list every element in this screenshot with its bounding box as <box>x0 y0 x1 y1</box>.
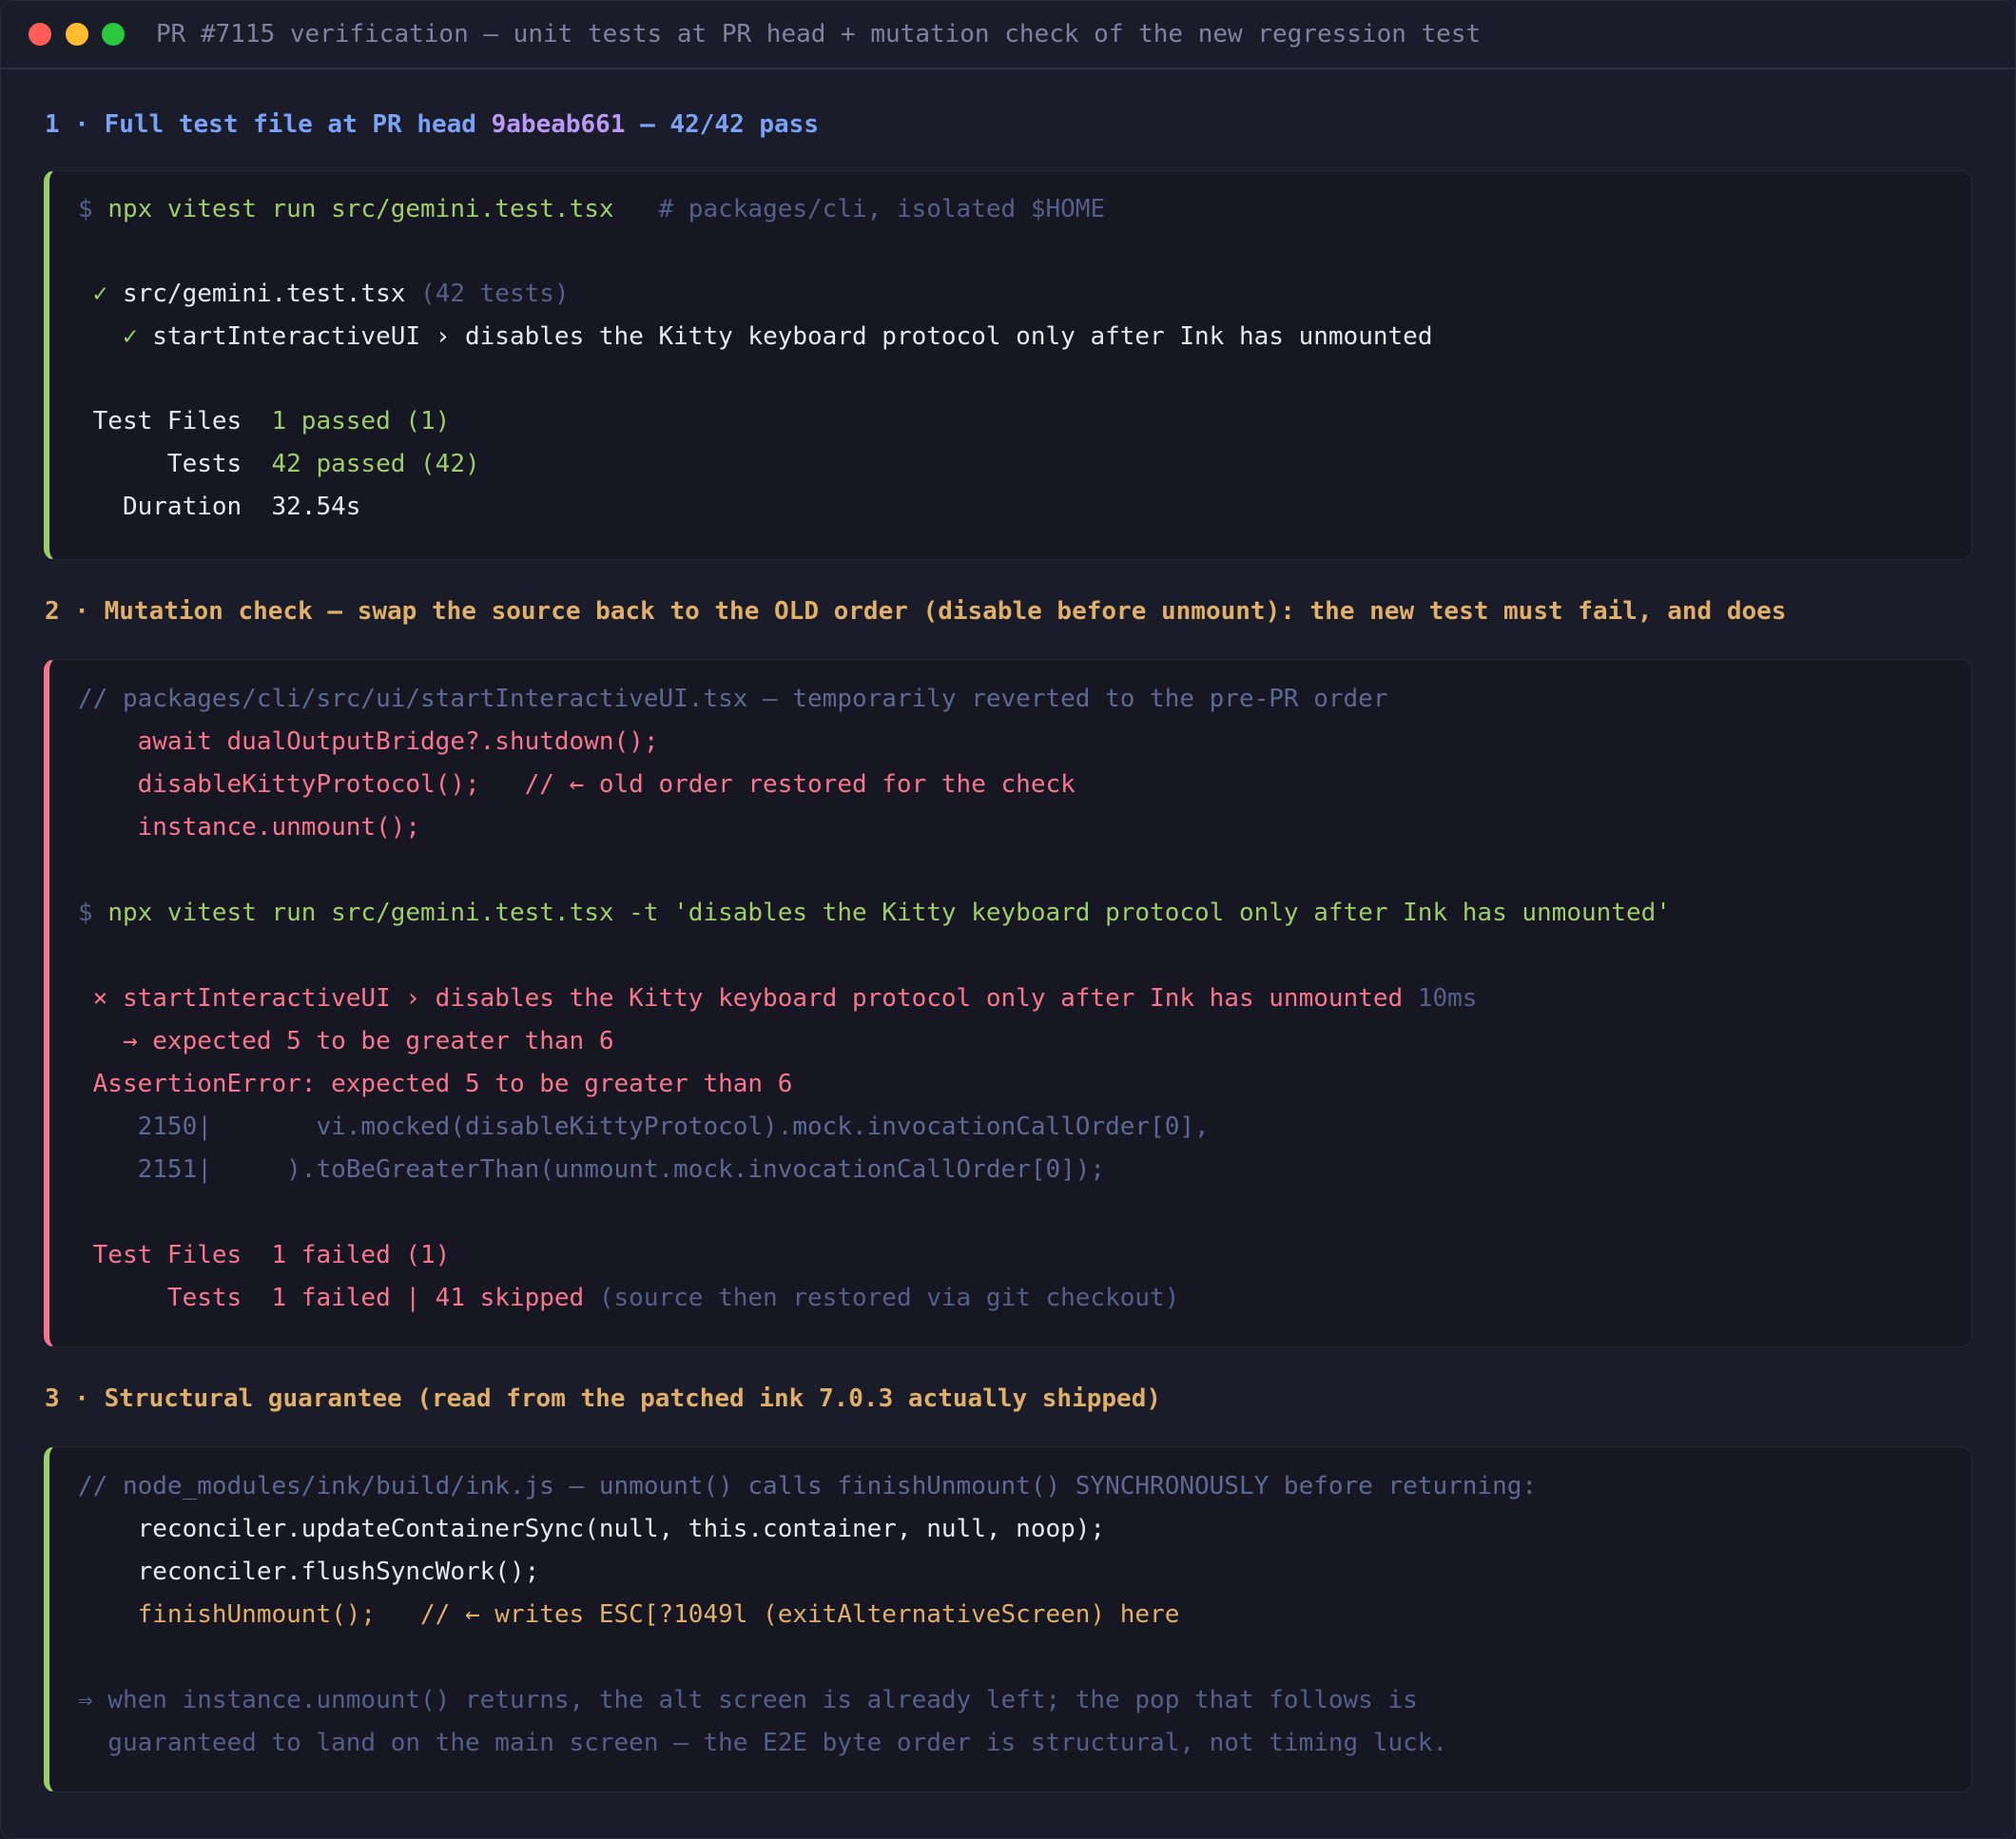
window-title: PR #7115 verification — unit tests at PR… <box>156 20 1482 48</box>
command-prompt: $ <box>78 899 108 927</box>
section1-command-line: $ npx vitest run src/gemini.test.tsx # p… <box>78 190 1105 228</box>
section1-file-count: (42 tests) <box>405 280 570 308</box>
section1-file-result: ✓ src/gemini.test.tsx (42 tests) <box>78 275 570 313</box>
section2-code-line2: disableKittyProtocol(); // ← old order r… <box>78 770 1076 799</box>
command-prompt: $ <box>78 195 108 223</box>
minimize-window-button[interactable] <box>66 23 88 46</box>
section2-heading: 2 · Mutation check — swap the source bac… <box>45 597 1787 626</box>
check-icon: ✓ <box>78 322 153 351</box>
zoom-window-button[interactable] <box>102 23 125 46</box>
section2-code-line1: await dualOutputBridge?.shutdown(); <box>78 727 659 756</box>
section1-summary-duration: Duration 32.54s <box>78 488 360 526</box>
section3-heading: 3 · Structural guarantee (read from the … <box>45 1384 1161 1413</box>
section1-heading-suffix: — 42/42 pass <box>625 110 819 139</box>
section1-heading-prefix: 1 · Full test file at PR head <box>45 110 492 139</box>
section1-test-result: ✓ startInteractiveUI › disables the Kitt… <box>78 318 1433 356</box>
summary-duration-value: 32.54s <box>271 493 361 521</box>
section2-comment: // packages/cli/src/ui/startInteractiveU… <box>78 685 1388 713</box>
section1-file-name: src/gemini.test.tsx <box>122 280 406 308</box>
section3-code-line2: reconciler.flushSyncWork(); <box>78 1558 540 1586</box>
section2-arrow-line: → expected 5 to be greater than 6 <box>78 1027 614 1055</box>
section2-stack-line1: 2150| vi.mocked(disableKittyProtocol).mo… <box>78 1113 1210 1141</box>
summary-tests-value: Tests 1 failed | 41 skipped <box>78 1284 585 1312</box>
section2-command: npx vitest run src/gemini.test.tsx -t 'd… <box>107 899 1671 927</box>
summary-duration-label: Duration <box>78 493 272 521</box>
summary-files-value: 1 passed (1) <box>271 407 451 436</box>
section3-comment: // node_modules/ink/build/ink.js — unmou… <box>78 1472 1538 1500</box>
section3-note-line2: guaranteed to land on the main screen — … <box>78 1729 1448 1757</box>
section1-heading-commit: 9abeab661 <box>491 110 626 139</box>
section1-heading: 1 · Full test file at PR head 9abeab661 … <box>45 106 819 144</box>
section2-stack-line2: 2151| ).toBeGreaterThan(unmount.mock.inv… <box>78 1155 1106 1184</box>
section1-command-comment: # packages/cli, isolated $HOME <box>613 195 1106 223</box>
terminal-content: 1 · Full test file at PR head 9abeab661 … <box>1 69 2015 1838</box>
title-bar: PR #7115 verification — unit tests at PR… <box>1 1 2015 69</box>
section2-summary-files: Test Files 1 failed (1) <box>78 1241 451 1269</box>
section2-command-line: $ npx vitest run src/gemini.test.tsx -t … <box>78 894 1671 932</box>
section3-code-line3: finishUnmount(); // ← writes ESC[?1049l … <box>78 1600 1180 1629</box>
close-window-button[interactable] <box>29 23 51 46</box>
section1-summary-files: Test Files 1 passed (1) <box>78 402 451 440</box>
section3-panel: // node_modules/ink/build/ink.js — unmou… <box>44 1446 1972 1792</box>
section1-summary-tests: Tests 42 passed (42) <box>78 445 480 483</box>
section2-assertion-line: AssertionError: expected 5 to be greater… <box>78 1070 793 1098</box>
section1-panel: $ npx vitest run src/gemini.test.tsx # p… <box>44 170 1972 560</box>
fail-time: 10ms <box>1403 984 1478 1013</box>
section3-code-line1: reconciler.updateContainerSync(null, thi… <box>78 1515 1106 1543</box>
check-icon: ✓ <box>78 280 123 308</box>
section1-test-name: startInteractiveUI › disables the Kitty … <box>152 322 1433 351</box>
section1-command: npx vitest run src/gemini.test.tsx <box>107 195 614 223</box>
section2-summary-tests: Tests 1 failed | 41 skipped (source then… <box>78 1279 1179 1317</box>
section2-panel: // packages/cli/src/ui/startInteractiveU… <box>44 659 1972 1347</box>
section2-code-line3: instance.unmount(); <box>78 813 421 842</box>
fail-test-name: × startInteractiveUI › disables the Kitt… <box>78 984 1404 1013</box>
summary-note: (source then restored via git checkout) <box>584 1284 1180 1312</box>
summary-files-label: Test Files <box>78 407 272 436</box>
summary-tests-value: 42 passed (42) <box>271 450 480 478</box>
section3-note-line1: ⇒ when instance.unmount() returns, the a… <box>78 1686 1418 1714</box>
terminal-window: PR #7115 verification — unit tests at PR… <box>0 0 2016 1839</box>
section2-fail-line: × startInteractiveUI › disables the Kitt… <box>78 979 1478 1017</box>
summary-tests-label: Tests <box>78 450 272 478</box>
